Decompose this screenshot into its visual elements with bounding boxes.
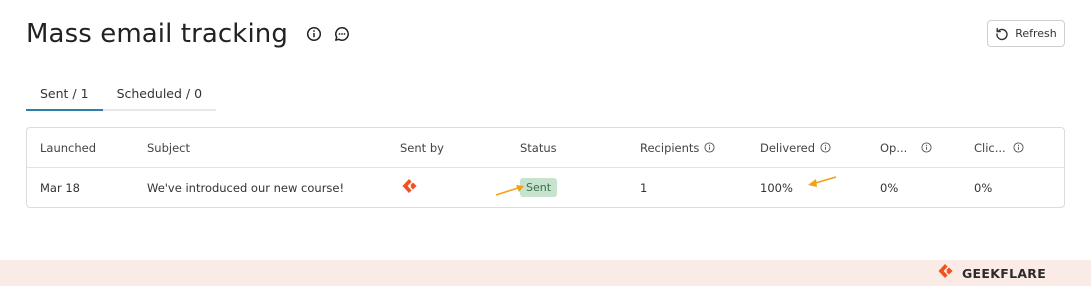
opened-cell: 0% bbox=[880, 180, 899, 195]
geekflare-logo-icon bbox=[936, 261, 956, 285]
column-header-recipients[interactable]: Recipients bbox=[640, 141, 760, 155]
table-header-row: Launched Subject Sent by Status Recipien… bbox=[27, 128, 1064, 168]
column-header-status[interactable]: Status bbox=[520, 141, 640, 155]
refresh-button[interactable]: Refresh bbox=[987, 20, 1065, 47]
column-label: Op... bbox=[880, 140, 908, 155]
tab-bar: Sent / 1 Scheduled / 0 bbox=[26, 80, 217, 111]
tab-scheduled[interactable]: Scheduled / 0 bbox=[103, 80, 217, 109]
column-header-opened[interactable]: Op... bbox=[880, 141, 974, 155]
column-label: Recipients bbox=[640, 140, 700, 155]
column-label: Subject bbox=[147, 140, 190, 155]
column-label: Launched bbox=[40, 140, 97, 155]
arrow-pointing-status bbox=[495, 185, 524, 196]
info-icon[interactable] bbox=[820, 142, 831, 153]
refresh-label: Refresh bbox=[1015, 27, 1057, 40]
launched-cell: Mar 18 bbox=[40, 180, 80, 195]
email-tracking-table: Launched Subject Sent by Status Recipien… bbox=[26, 127, 1065, 208]
column-header-clicked[interactable]: Clic... bbox=[974, 141, 1064, 155]
footer-band bbox=[0, 260, 1091, 286]
arrow-pointing-delivered bbox=[808, 176, 837, 187]
brand-logo: GEEKFLARE bbox=[936, 263, 1046, 283]
info-icon[interactable] bbox=[1013, 142, 1024, 153]
table-row[interactable]: Mar 18 We've introduced our new course! … bbox=[27, 168, 1064, 207]
column-header-subject[interactable]: Subject bbox=[147, 141, 400, 155]
brand-name: GEEKFLARE bbox=[962, 265, 1047, 281]
column-label: Sent by bbox=[400, 140, 444, 155]
geekflare-logo-icon bbox=[400, 176, 420, 199]
column-header-launched[interactable]: Launched bbox=[27, 141, 147, 155]
title-row: Mass email tracking bbox=[26, 16, 350, 52]
chat-bubble-icon[interactable] bbox=[334, 26, 350, 42]
column-label: Delivered bbox=[760, 140, 816, 155]
clicked-cell: 0% bbox=[974, 180, 993, 195]
column-label: Clic... bbox=[974, 140, 1006, 155]
subject-cell[interactable]: We've introduced our new course! bbox=[147, 181, 400, 195]
refresh-icon bbox=[995, 27, 1009, 41]
info-circle-icon[interactable] bbox=[306, 26, 322, 42]
tab-sent[interactable]: Sent / 1 bbox=[26, 80, 103, 111]
column-header-sent-by[interactable]: Sent by bbox=[400, 141, 520, 155]
info-icon[interactable] bbox=[921, 142, 932, 153]
status-cell: Sent bbox=[520, 178, 640, 197]
page-title: Mass email tracking bbox=[26, 19, 288, 49]
recipients-cell: 1 bbox=[640, 180, 648, 195]
column-header-delivered[interactable]: Delivered bbox=[760, 141, 880, 155]
info-icon[interactable] bbox=[704, 142, 715, 153]
column-label: Status bbox=[520, 140, 557, 155]
